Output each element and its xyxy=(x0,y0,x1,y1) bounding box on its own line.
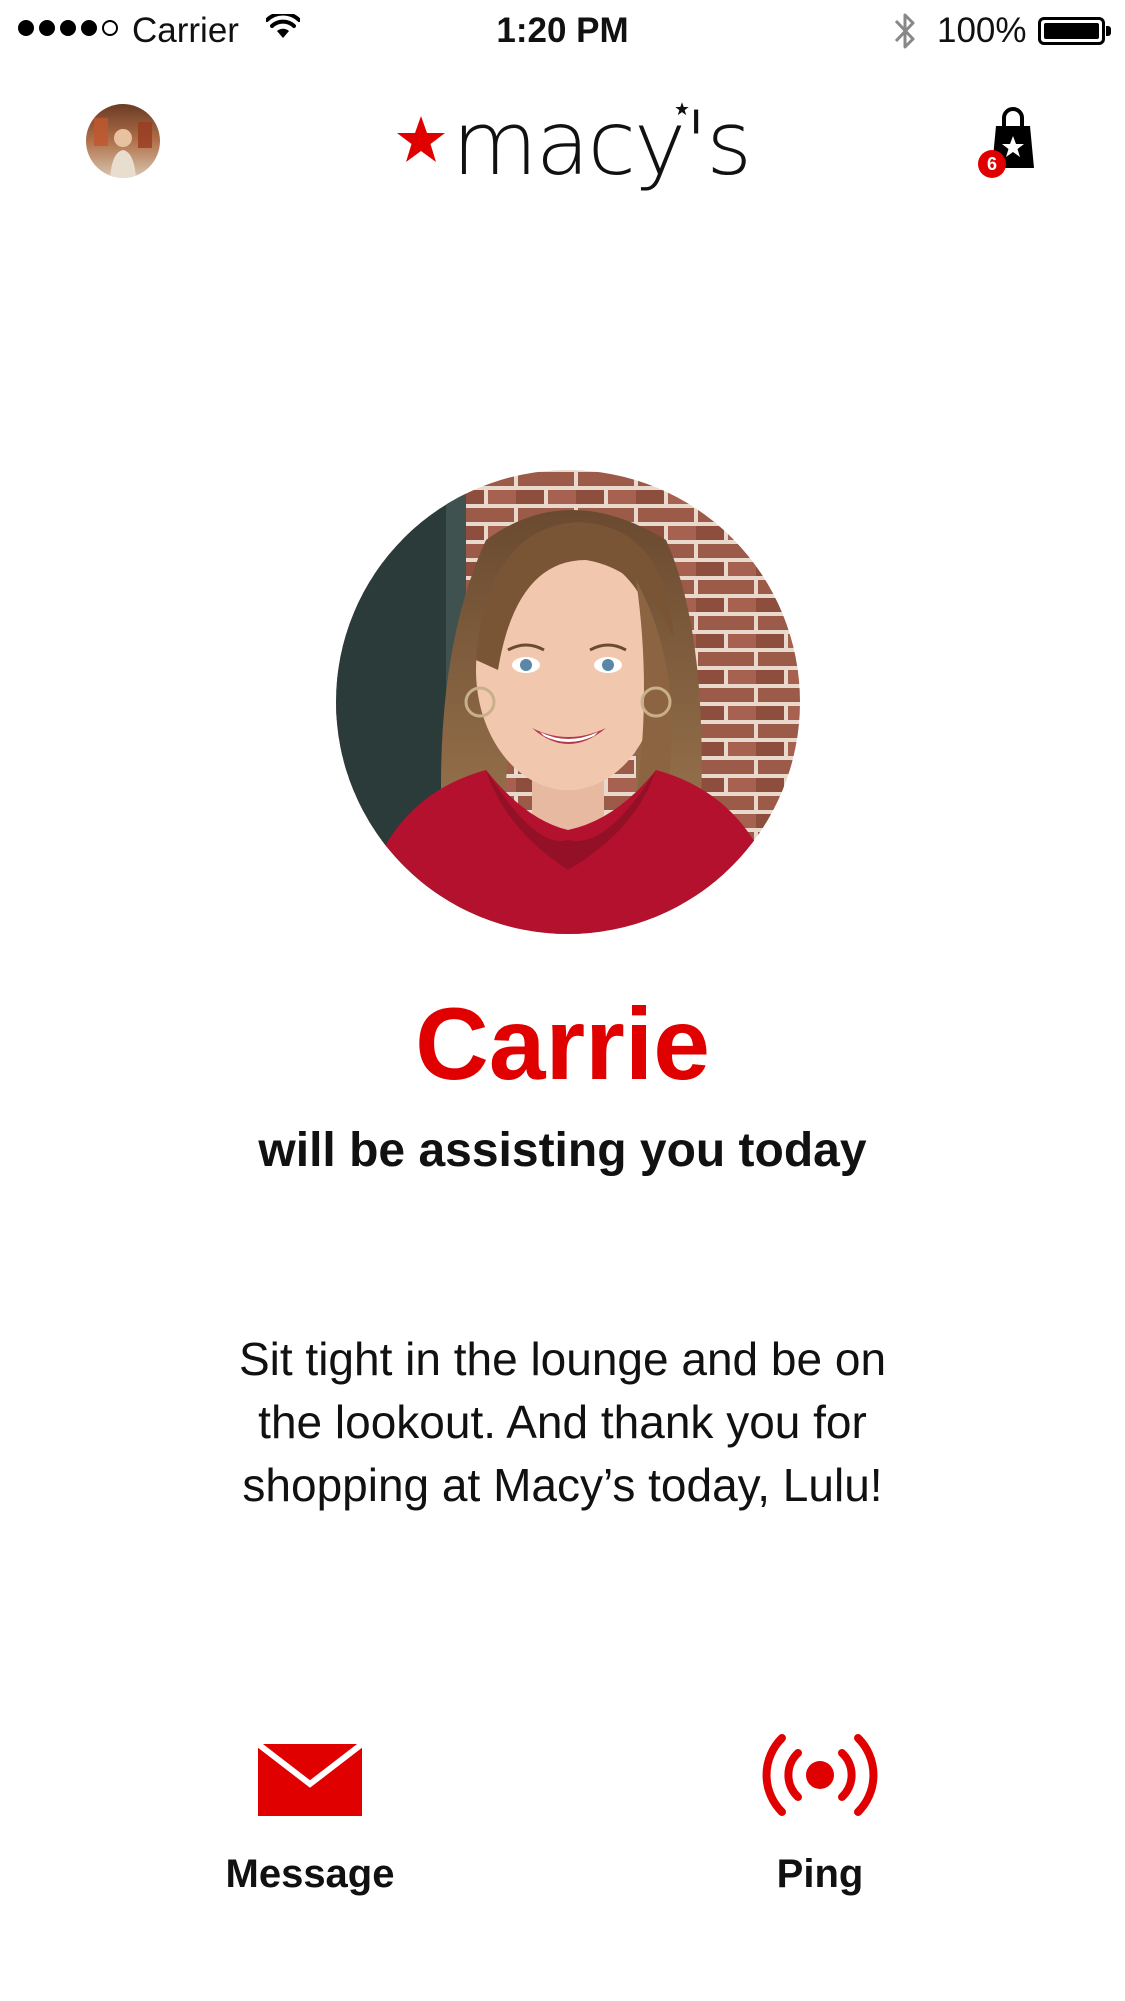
message-label: Message xyxy=(225,1852,395,1896)
battery-nub xyxy=(1106,26,1111,36)
logo-apostrophe-star-icon xyxy=(675,102,689,116)
macys-logo[interactable]: macy's xyxy=(396,96,752,196)
associate-name: Carrie xyxy=(415,987,710,1101)
ping-label: Ping xyxy=(776,1852,864,1896)
cart-count-badge: 6 xyxy=(978,150,1006,178)
logo-wordmark: macy's xyxy=(452,92,752,195)
battery-fill xyxy=(1044,23,1099,39)
ping-button[interactable]: Ping xyxy=(670,1730,970,1910)
shopping-bag-button[interactable]: 6 xyxy=(978,102,1048,178)
status-bar: Carrier 1:20 PM 100% xyxy=(0,0,1125,64)
battery-percentage: 100% xyxy=(937,11,1027,50)
envelope-icon xyxy=(258,1741,362,1816)
user-avatar-icon xyxy=(86,104,160,178)
welcome-message: Sit tight in the lounge and be on the lo… xyxy=(160,1328,965,1517)
brand-star-icon xyxy=(397,116,445,162)
associate-tagline: will be assisting you today xyxy=(258,1124,867,1177)
associate-portrait-image xyxy=(336,470,800,934)
welcome-message-line: shopping at Macy’s today, Lulu! xyxy=(242,1459,883,1511)
message-button[interactable]: Message xyxy=(160,1730,460,1910)
battery-icon xyxy=(1038,17,1111,45)
associate-photo xyxy=(336,470,800,934)
bluetooth-icon xyxy=(894,13,915,49)
welcome-message-line: Sit tight in the lounge and be on xyxy=(238,1333,887,1385)
broadcast-icon xyxy=(762,1734,878,1816)
welcome-message-line: the lookout. And thank you for xyxy=(258,1396,867,1448)
user-avatar-button[interactable] xyxy=(86,104,160,178)
